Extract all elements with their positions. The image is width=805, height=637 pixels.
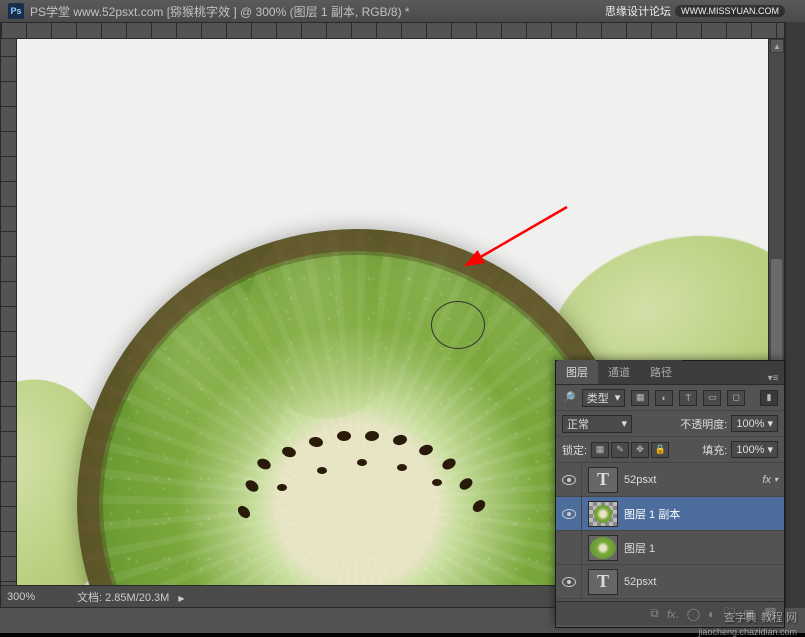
blend-mode-select[interactable]: 正常▾ xyxy=(562,415,632,433)
layer-item[interactable]: T 52psxt fx▾ xyxy=(556,463,784,497)
site-watermark: 查字典 教程 网 jiaocheng.chazidian.com xyxy=(724,609,797,625)
panel-menu-icon[interactable]: ▾≡ xyxy=(762,369,784,384)
fill-label: 填充: xyxy=(702,442,727,458)
fx-icon[interactable]: fx. xyxy=(667,607,679,621)
filter-type-select[interactable]: 类型▾ xyxy=(582,389,626,407)
fx-indicator[interactable]: fx▾ xyxy=(762,474,778,486)
tab-channels[interactable]: 通道 xyxy=(598,360,640,384)
right-strip xyxy=(785,22,805,608)
filter-smart-icon[interactable]: ◻ xyxy=(727,390,745,406)
layer-item[interactable]: T 52psxt xyxy=(556,565,784,599)
tab-paths[interactable]: 路径 xyxy=(640,360,682,384)
ps-app-icon: Ps xyxy=(8,3,24,19)
text-layer-icon: T xyxy=(597,571,609,592)
layers-panel: 图层 通道 路径 ▾≡ 🔎 类型▾ ▦ ◐ T ▭ ◻ ▮ 正常▾ 不透明度: … xyxy=(555,360,785,628)
layer-thumbnail[interactable] xyxy=(588,501,618,527)
layer-thumbnail[interactable] xyxy=(588,535,618,561)
layer-thumbnail[interactable]: T xyxy=(588,569,618,595)
ruler-vertical[interactable] xyxy=(1,39,17,607)
photoshop-app: Ps PS学堂 www.52psxt.com [猕猴桃字效 ] @ 300% (… xyxy=(0,0,805,633)
filter-toggle[interactable]: ▮ xyxy=(760,390,778,406)
ruler-horizontal[interactable] xyxy=(1,23,784,39)
kiwi-slice-image xyxy=(77,229,637,585)
title-bar: Ps PS学堂 www.52psxt.com [猕猴桃字效 ] @ 300% (… xyxy=(0,0,805,22)
layer-name[interactable]: 52psxt xyxy=(624,474,762,486)
layer-item[interactable]: 图层 1 副本 xyxy=(556,497,784,531)
filter-shape-icon[interactable]: ▭ xyxy=(703,390,721,406)
filter-text-icon[interactable]: T xyxy=(679,390,697,406)
lock-all-icon[interactable]: 🔒 xyxy=(651,442,669,458)
scroll-up-button[interactable]: ▲ xyxy=(770,39,784,53)
opacity-input[interactable]: 100%▾ xyxy=(731,415,778,432)
lock-position-icon[interactable]: ✥ xyxy=(631,442,649,458)
forum-watermark: 思缘设计论坛 WWW.MISSYUAN.COM xyxy=(605,3,785,19)
panel-tabs: 图层 通道 路径 ▾≡ xyxy=(556,361,784,385)
text-layer-icon: T xyxy=(597,469,609,490)
zoom-input[interactable] xyxy=(7,591,57,603)
forum-url-badge: WWW.MISSYUAN.COM xyxy=(675,5,785,17)
lock-transparency-icon[interactable]: ▦ xyxy=(591,442,609,458)
filter-adjust-icon[interactable]: ◐ xyxy=(655,390,673,406)
eye-icon[interactable] xyxy=(562,509,576,519)
link-layers-icon[interactable]: ⧉ xyxy=(650,606,659,621)
layer-list: T 52psxt fx▾ 图层 1 副本 图层 1 T 52psxt xyxy=(556,463,784,601)
eye-icon[interactable] xyxy=(562,475,576,485)
lock-label: 锁定: xyxy=(562,442,587,458)
chevron-right-icon[interactable]: ▶ xyxy=(178,594,184,603)
mask-icon[interactable]: ◯ xyxy=(687,607,700,621)
filter-pixel-icon[interactable]: ▦ xyxy=(631,390,649,406)
forum-label: 思缘设计论坛 xyxy=(605,3,671,19)
opacity-label: 不透明度: xyxy=(680,416,727,432)
layer-name[interactable]: 图层 1 xyxy=(624,540,784,556)
layer-thumbnail[interactable]: T xyxy=(588,467,618,493)
adjustment-icon[interactable]: ◐ xyxy=(708,607,715,621)
eye-icon[interactable] xyxy=(562,577,576,587)
fill-input[interactable]: 100%▾ xyxy=(731,441,778,458)
lock-row: 锁定: ▦ ✎ ✥ 🔒 填充: 100%▾ xyxy=(556,437,784,463)
lock-pixels-icon[interactable]: ✎ xyxy=(611,442,629,458)
layer-name[interactable]: 图层 1 副本 xyxy=(624,506,784,522)
blend-row: 正常▾ 不透明度: 100%▾ xyxy=(556,411,784,437)
document-size: 文档: 2.85M/20.3M ▶ xyxy=(77,589,185,605)
tab-layers[interactable]: 图层 xyxy=(556,360,598,384)
layer-filter-row: 🔎 类型▾ ▦ ◐ T ▭ ◻ ▮ xyxy=(556,385,784,411)
layer-name[interactable]: 52psxt xyxy=(624,576,784,588)
layer-item[interactable]: 图层 1 xyxy=(556,531,784,565)
search-icon: 🔎 xyxy=(562,391,576,404)
